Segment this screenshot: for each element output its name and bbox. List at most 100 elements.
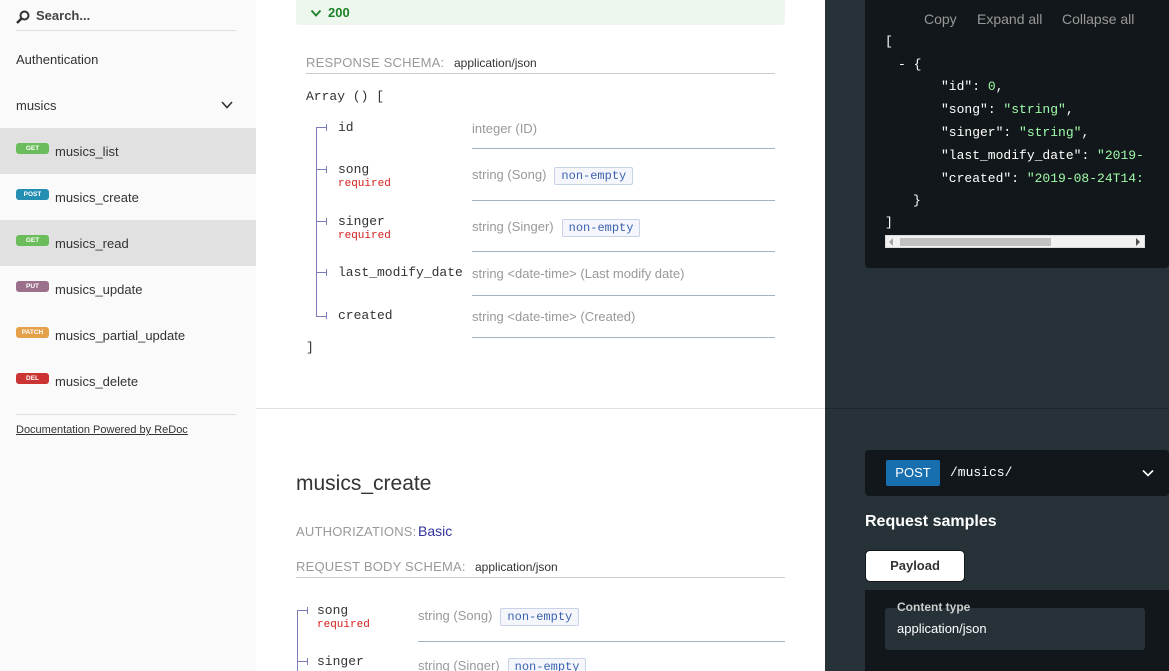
json-key: "song" xyxy=(941,102,988,117)
tree-branch xyxy=(316,221,326,222)
json-object-toggle[interactable]: - { xyxy=(898,57,921,72)
sidebar-item-label: musics_read xyxy=(55,235,129,251)
sidebar-item-label: musics_delete xyxy=(55,373,139,389)
property-name: song xyxy=(338,162,370,177)
sidebar-item-label: musics_list xyxy=(55,143,119,159)
tree-cap xyxy=(326,312,327,319)
property-name: singer xyxy=(317,654,364,669)
content-type-value: application/json xyxy=(897,621,987,636)
non-empty-tag: non-empty xyxy=(554,167,634,185)
property-type: string <date-time> (Last modify date) xyxy=(472,266,685,281)
operation-title: musics_create xyxy=(296,472,432,495)
tree-branch xyxy=(316,272,326,273)
json-key: "id" xyxy=(941,79,973,94)
json-value: "string" xyxy=(1003,102,1066,117)
property-divider xyxy=(418,641,785,642)
json-key: "created" xyxy=(941,171,1012,186)
json-line-id: "id": 0, xyxy=(941,79,1004,94)
array-open: Array () [ xyxy=(306,89,385,104)
sidebar-group-musics[interactable]: musics xyxy=(0,82,256,128)
schema-divider xyxy=(296,577,785,578)
response-content-type: application/json xyxy=(454,56,537,70)
sidebar-item-musics-create[interactable]: POST musics_create xyxy=(0,174,256,220)
tree-line xyxy=(316,127,317,317)
sidebar-item-label: musics xyxy=(16,97,57,113)
scroll-right-arrow-icon[interactable] xyxy=(1136,238,1140,246)
copy-button[interactable]: Copy xyxy=(924,11,957,27)
sidebar: Authentication musics GET musics_list PO… xyxy=(0,0,256,671)
right-panel: Copy Expand all Collapse all [ - { "id":… xyxy=(825,0,1169,671)
content-type-label: Content type xyxy=(897,600,971,614)
property-type: string (Singer) xyxy=(472,219,554,234)
response-200-header[interactable]: 200 xyxy=(296,0,785,25)
property-type-row: string (Singer) non-empty xyxy=(472,219,641,237)
scroll-left-arrow-icon[interactable] xyxy=(889,238,893,246)
property-type-row: string (Song) non-empty xyxy=(418,608,580,626)
sidebar-item-authentication[interactable]: Authentication xyxy=(0,36,256,82)
non-empty-tag: non-empty xyxy=(507,658,587,671)
method-badge-put: PUT xyxy=(16,280,49,292)
response-sample-json: Copy Expand all Collapse all [ - { "id":… xyxy=(865,0,1169,268)
property-name: singer xyxy=(338,214,385,229)
json-array-open: [ xyxy=(885,34,893,49)
property-divider xyxy=(472,148,775,149)
tab-payload[interactable]: Payload xyxy=(865,550,965,582)
chevron-down-icon xyxy=(1142,469,1154,477)
tree-branch xyxy=(297,661,307,662)
search-input[interactable] xyxy=(36,8,232,23)
json-line-song: "song": "string", xyxy=(941,102,1074,117)
collapse-all-button[interactable]: Collapse all xyxy=(1062,11,1134,27)
property-divider xyxy=(472,251,775,252)
json-key: "last_modify_date" xyxy=(941,148,1082,163)
sidebar-item-musics-update[interactable]: PUT musics_update xyxy=(0,266,256,312)
endpoint-path: /musics/ xyxy=(950,465,1013,480)
section-divider xyxy=(825,408,1169,409)
request-content-type: application/json xyxy=(475,560,558,574)
request-samples-heading: Request samples xyxy=(865,513,997,530)
json-object-close: } xyxy=(913,193,921,208)
non-empty-tag: non-empty xyxy=(561,219,641,237)
chevron-down-icon xyxy=(310,9,322,17)
authorization-basic: Basic xyxy=(418,523,453,539)
response-status-code: 200 xyxy=(328,5,350,20)
tree-cap xyxy=(326,218,327,225)
non-empty-tag: non-empty xyxy=(500,608,580,626)
json-value: "2019-08-24T14: xyxy=(1026,171,1144,186)
sidebar-item-label: musics_update xyxy=(55,281,143,297)
array-close: ] xyxy=(306,340,314,355)
method-badge-post: POST xyxy=(16,188,49,200)
sidebar-item-musics-delete[interactable]: DEL musics_delete xyxy=(0,358,256,404)
method-badge-delete: DEL xyxy=(16,372,49,384)
json-line-singer: "singer": "string", xyxy=(941,125,1090,140)
tree-branch xyxy=(316,316,326,317)
required-label: required xyxy=(317,619,370,631)
sidebar-item-musics-list[interactable]: GET musics_list xyxy=(0,128,256,174)
endpoint-selector[interactable]: POST /musics/ xyxy=(865,450,1169,496)
property-divider xyxy=(472,295,775,296)
sidebar-item-musics-partial-update[interactable]: PATCH musics_partial_update xyxy=(0,312,256,358)
expand-all-button[interactable]: Expand all xyxy=(977,11,1042,27)
required-label: required xyxy=(338,230,391,242)
scrollbar-thumb[interactable] xyxy=(900,238,1051,246)
property-type: string (Singer) xyxy=(418,658,500,671)
sidebar-item-musics-read[interactable]: GET musics_read xyxy=(0,220,256,266)
property-name: last_modify_date xyxy=(338,265,463,280)
powered-by-redoc-link[interactable]: Documentation Powered by ReDoc xyxy=(16,424,188,436)
chevron-down-icon xyxy=(221,101,233,109)
property-name: created xyxy=(338,308,393,323)
sidebar-item-label: musics_create xyxy=(55,189,139,205)
horizontal-scrollbar[interactable] xyxy=(885,235,1145,248)
json-value: "string" xyxy=(1019,125,1082,140)
tree-cap xyxy=(307,658,308,665)
sidebar-item-label: musics_partial_update xyxy=(55,327,186,343)
tree-branch xyxy=(297,610,307,611)
method-badge-get: GET xyxy=(16,142,49,154)
property-divider xyxy=(472,337,775,338)
property-type: integer (ID) xyxy=(472,121,538,136)
tree-branch xyxy=(316,127,326,128)
operation-content: 200 RESPONSE SCHEMA: application/json Ar… xyxy=(256,0,825,671)
json-value: "2019- xyxy=(1097,148,1144,163)
method-badge-patch: PATCH xyxy=(16,326,49,338)
tree-branch xyxy=(316,169,326,170)
schema-divider xyxy=(306,73,775,74)
